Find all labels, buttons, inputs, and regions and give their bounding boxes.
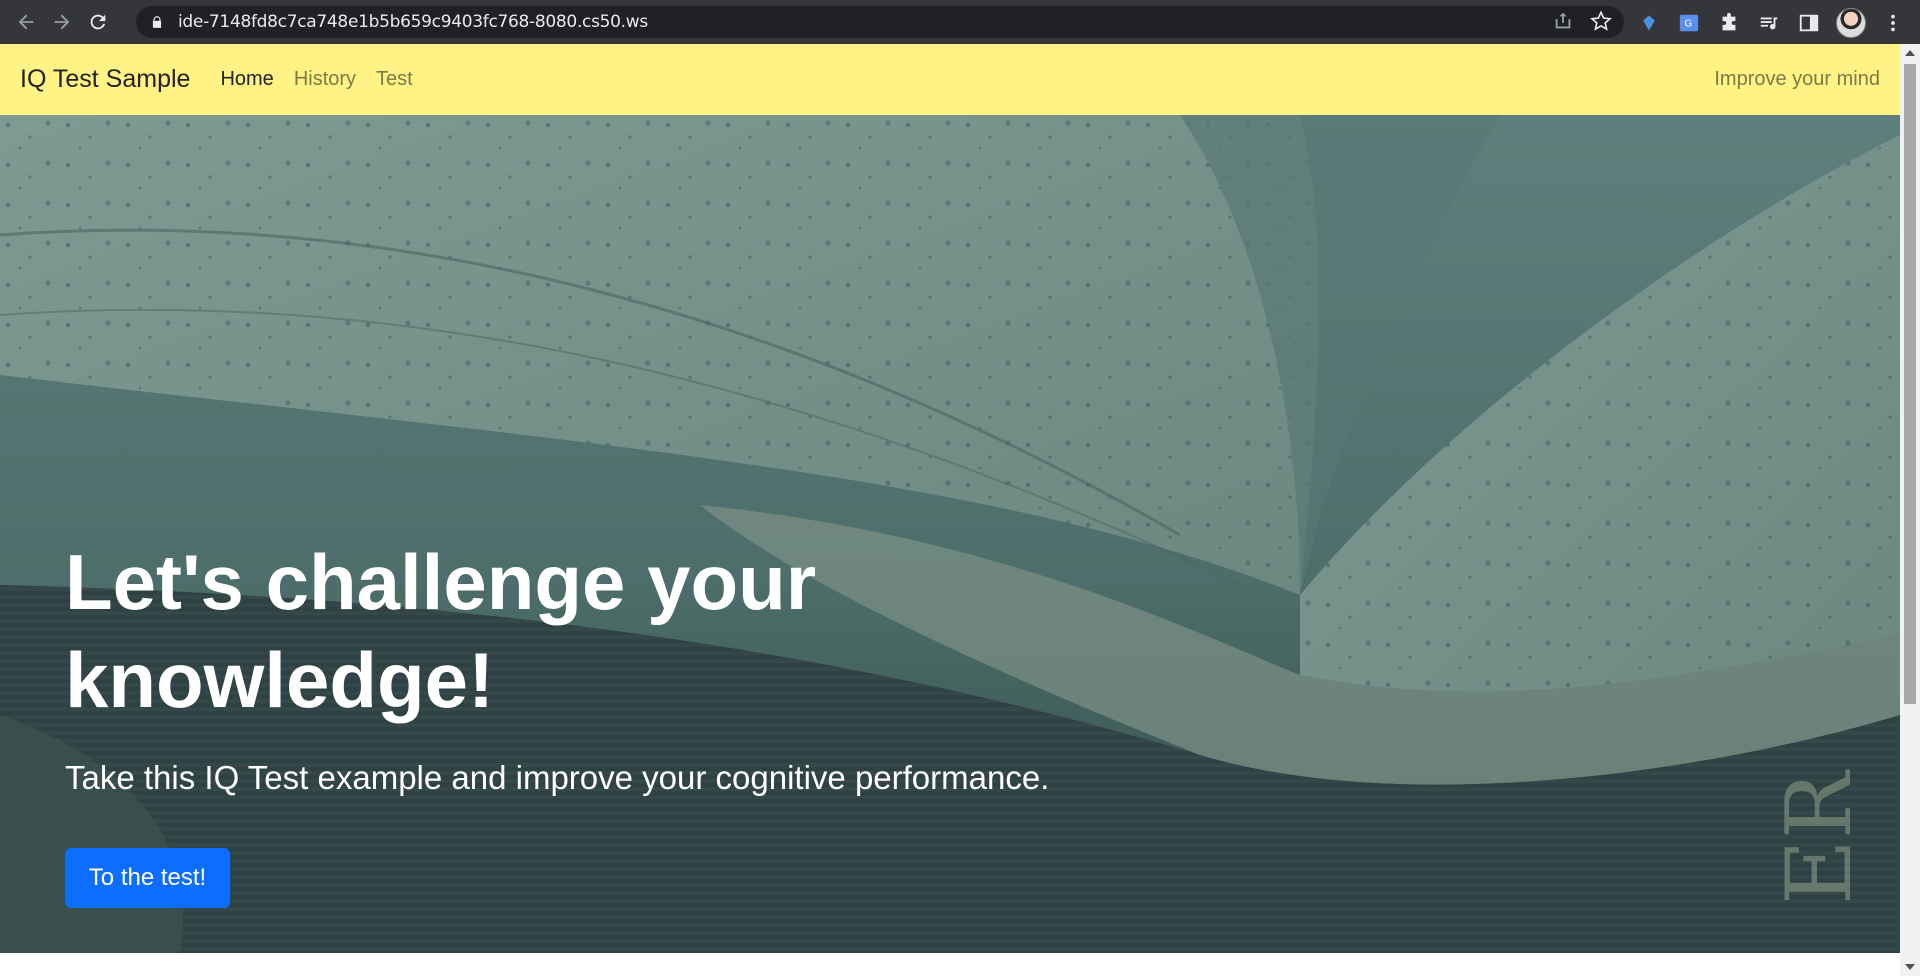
forward-icon[interactable] (48, 8, 76, 36)
back-icon[interactable] (12, 8, 40, 36)
hero-section: ER Let's challenge your knowledge! Take … (0, 115, 1900, 953)
nav-link-home[interactable]: Home (220, 68, 273, 91)
lock-icon[interactable] (150, 15, 164, 29)
extension-icon[interactable] (1636, 10, 1662, 36)
kebab-menu-icon[interactable] (1880, 10, 1906, 36)
navbar-brand[interactable]: IQ Test Sample (20, 65, 190, 94)
media-icon[interactable] (1756, 10, 1782, 36)
scroll-up-icon[interactable] (1905, 50, 1915, 56)
address-bar[interactable]: ide-7148fd8c7ca748e1b5b659c9403fc768-808… (136, 6, 1624, 38)
to-the-test-button[interactable]: To the test! (65, 848, 230, 908)
svg-text:G: G (1684, 19, 1692, 30)
navbar-tagline: Improve your mind (1714, 68, 1880, 90)
url-text[interactable]: ide-7148fd8c7ca748e1b5b659c9403fc768-808… (178, 12, 648, 32)
nav-link-test[interactable]: Test (376, 68, 413, 91)
scroll-thumb[interactable] (1904, 64, 1916, 704)
reload-icon[interactable] (84, 8, 112, 36)
puzzle-icon[interactable] (1716, 10, 1742, 36)
page-scrollbar[interactable] (1900, 44, 1920, 976)
hero-subtitle: Take this IQ Test example and improve yo… (65, 759, 1050, 796)
profile-avatar[interactable] (1836, 8, 1866, 38)
browser-toolbar: ide-7148fd8c7ca748e1b5b659c9403fc768-808… (0, 0, 1920, 44)
side-panel-icon[interactable] (1796, 10, 1822, 36)
site-navbar: IQ Test Sample Home History Test Improve… (0, 44, 1900, 115)
hero-title: Let's challenge your knowledge! (65, 538, 817, 724)
svg-text:ER: ER (1767, 769, 1872, 905)
nav-link-history[interactable]: History (294, 68, 356, 91)
scroll-down-icon[interactable] (1905, 964, 1915, 970)
share-icon[interactable] (1552, 10, 1574, 32)
translate-icon[interactable]: G (1676, 10, 1702, 36)
bookmark-star-icon[interactable] (1590, 10, 1612, 32)
